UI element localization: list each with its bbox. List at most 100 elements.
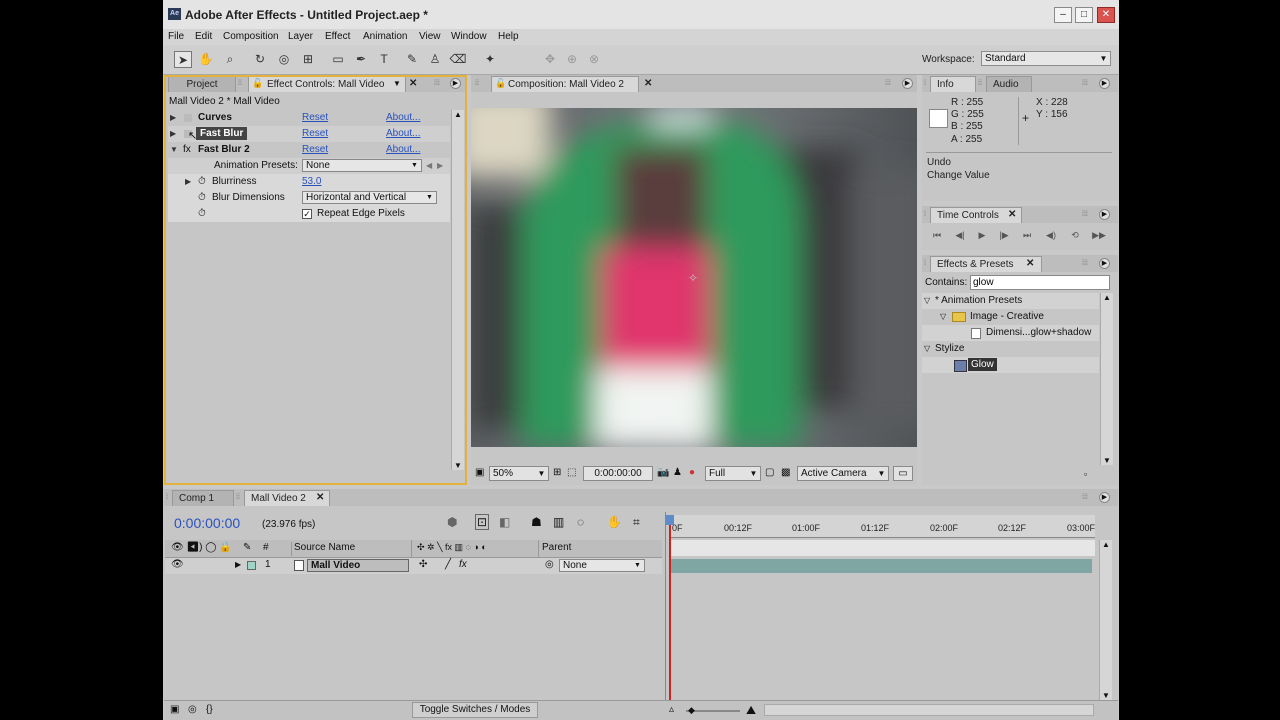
panel-menu-icon[interactable]: ▶ <box>450 78 461 89</box>
layer-switches-icon[interactable]: ▣ <box>170 704 179 715</box>
axis-mode-icon[interactable]: ✥ <box>541 51 559 68</box>
blurriness-value[interactable]: 53.0 <box>302 174 321 190</box>
orbit-camera-tool-icon[interactable]: ◎ <box>275 51 293 68</box>
about-link[interactable]: About... <box>386 110 420 126</box>
in-out-icon[interactable]: {} <box>206 704 213 715</box>
prev-preset-icon[interactable]: ◀ <box>426 158 432 174</box>
resolution-select[interactable]: Full ▼ <box>705 466 761 481</box>
panel-grip-icon[interactable]: ⁞⁞⁞ <box>1082 80 1096 87</box>
scroll-down-icon[interactable]: ▼ <box>452 461 464 470</box>
stopwatch-icon[interactable]: ⏱ <box>198 174 206 190</box>
maximize-button[interactable]: □ <box>1075 7 1093 23</box>
timeline-timecode[interactable]: 0:00:00:00 <box>174 515 240 531</box>
quality-switch-icon[interactable]: ╱ <box>445 559 451 570</box>
menu-file[interactable]: File <box>168 31 184 42</box>
effect-row-curves[interactable]: ▶ Curves Reset About... <box>168 110 450 126</box>
parent-select[interactable]: None ▼ <box>559 559 645 572</box>
menu-help[interactable]: Help <box>498 31 519 42</box>
brush-tool-icon[interactable]: ✎ <box>403 51 421 68</box>
ram-preview-icon[interactable]: ▶▶ <box>1091 228 1107 242</box>
about-link[interactable]: About... <box>386 142 420 158</box>
visibility-eye-icon[interactable]: 👁 <box>171 559 184 570</box>
menu-composition[interactable]: Composition <box>223 31 279 42</box>
menu-animation[interactable]: Animation <box>363 31 407 42</box>
close-button[interactable]: ✕ <box>1097 7 1115 23</box>
close-tab-icon[interactable]: ✕ <box>316 492 324 503</box>
panel-grip-icon[interactable]: ⁞⁞⁞ <box>885 80 899 87</box>
effect-row-fast-blur[interactable]: ▶ Fast Blur ↖ Reset About... <box>168 126 450 142</box>
close-tab-icon[interactable]: ✕ <box>1026 258 1034 269</box>
tree-item-glow[interactable]: Glow <box>922 357 1099 373</box>
composition-viewer[interactable]: ✧ <box>471 108 917 447</box>
animation-presets-select[interactable]: None ▼ <box>302 159 422 172</box>
collapse-triangle-icon[interactable]: ▽ <box>924 293 930 309</box>
camera-select[interactable]: Active Camera ▼ <box>797 466 889 481</box>
scroll-up-icon[interactable]: ▲ <box>1100 540 1112 549</box>
parent-header[interactable]: Parent <box>542 542 571 553</box>
stopwatch-icon[interactable]: ⏱ <box>198 206 206 222</box>
source-name-header[interactable]: Source Name <box>294 542 355 553</box>
loop-icon[interactable]: ⟲ <box>1067 228 1083 242</box>
next-frame-icon[interactable]: |▶ <box>996 228 1012 242</box>
audio-icon[interactable]: ◀) <box>1043 228 1059 242</box>
panel-grip-icon[interactable]: ⁞⁞⁞ <box>1082 260 1096 267</box>
rotation-tool-icon[interactable]: ↻ <box>251 51 269 68</box>
first-frame-icon[interactable]: ⏮ <box>929 228 945 242</box>
lock-icon[interactable]: 🔓 <box>495 78 506 89</box>
zoom-select[interactable]: 50% ▼ <box>489 466 549 481</box>
brainstorm-icon[interactable]: ✋ <box>607 515 622 529</box>
collapse-triangle-icon[interactable]: ▽ <box>924 341 930 357</box>
collapse-switch-icon[interactable]: ✣ <box>419 559 427 570</box>
zoom-tool-icon[interactable]: ⌕ <box>221 51 239 68</box>
transparency-grid-icon[interactable]: ▩ <box>781 467 790 478</box>
tab-effect-controls[interactable]: Effect Controls: Mall Video <box>248 76 406 92</box>
close-tab-icon[interactable]: ✕ <box>409 78 417 89</box>
effect-controls-scrollbar[interactable]: ▲ ▼ <box>451 110 464 470</box>
comp-mini-flowchart-icon[interactable]: ⬢ <box>447 515 457 529</box>
pick-whip-icon[interactable]: ◎ <box>545 559 554 570</box>
panel-menu-icon[interactable]: ▶ <box>1099 78 1110 89</box>
blur-dimensions-select[interactable]: Horizontal and Vertical ▼ <box>302 191 437 204</box>
reset-link[interactable]: Reset <box>302 142 328 158</box>
world-axis-icon[interactable]: ⊕ <box>563 51 581 68</box>
tab-info[interactable]: Info <box>930 76 976 92</box>
collapse-triangle-icon[interactable]: ▼ <box>170 142 178 158</box>
layer-name[interactable]: Mall Video <box>307 559 409 572</box>
view-layout-button[interactable]: ▭ <box>893 466 913 481</box>
graph-editor-icon[interactable]: ⌗ <box>633 515 640 530</box>
live-update-icon[interactable]: ⊡ <box>475 514 490 530</box>
collapse-triangle-icon[interactable]: ▽ <box>940 309 946 325</box>
playhead[interactable] <box>669 515 671 700</box>
draft-3d-icon[interactable]: ◧ <box>499 515 510 529</box>
fx-switch-icon[interactable]: fx <box>459 559 467 570</box>
expand-triangle-icon[interactable]: ▶ <box>185 174 191 190</box>
close-tab-icon[interactable]: ✕ <box>644 78 652 89</box>
show-channel-icon[interactable]: ● <box>689 467 695 478</box>
transfer-controls-icon[interactable]: ◎ <box>188 704 197 715</box>
region-of-interest-icon[interactable]: ▢ <box>765 467 774 478</box>
panel-menu-icon[interactable]: ▶ <box>1099 258 1110 269</box>
scroll-down-icon[interactable]: ▼ <box>1101 456 1113 465</box>
scroll-down-icon[interactable]: ▼ <box>1100 691 1112 700</box>
motion-blur-icon[interactable]: ◌ <box>577 515 584 529</box>
zoom-slider-handle-icon[interactable]: ◆ <box>688 705 695 716</box>
menu-layer[interactable]: Layer <box>288 31 313 42</box>
pen-tool-icon[interactable]: ✒ <box>352 51 370 68</box>
next-preset-icon[interactable]: ▶ <box>437 158 443 174</box>
scroll-up-icon[interactable]: ▲ <box>452 110 464 119</box>
reset-link[interactable]: Reset <box>302 110 328 126</box>
menu-edit[interactable]: Edit <box>195 31 212 42</box>
effects-search-input[interactable] <box>970 275 1110 290</box>
fx-icon[interactable]: fx <box>183 142 191 158</box>
tree-item-animation-presets[interactable]: ▽ * Animation Presets <box>922 293 1099 309</box>
new-folder-icon[interactable]: ▫ <box>1084 469 1087 479</box>
eraser-tool-icon[interactable]: ⌫ <box>449 51 467 68</box>
tree-item-image-creative[interactable]: ▽ Image - Creative <box>922 309 1099 325</box>
close-tab-icon[interactable]: ✕ <box>1008 209 1016 220</box>
menu-effect[interactable]: Effect <box>325 31 350 42</box>
layer-duration-bar[interactable] <box>669 559 1092 573</box>
panel-grip-icon[interactable]: ⁞⁞⁞ <box>1082 494 1096 501</box>
hand-tool-icon[interactable]: ✋ <box>197 51 215 68</box>
lock-icon[interactable]: 🔓 <box>252 78 263 89</box>
tree-item-stylize[interactable]: ▽ Stylize <box>922 341 1099 357</box>
